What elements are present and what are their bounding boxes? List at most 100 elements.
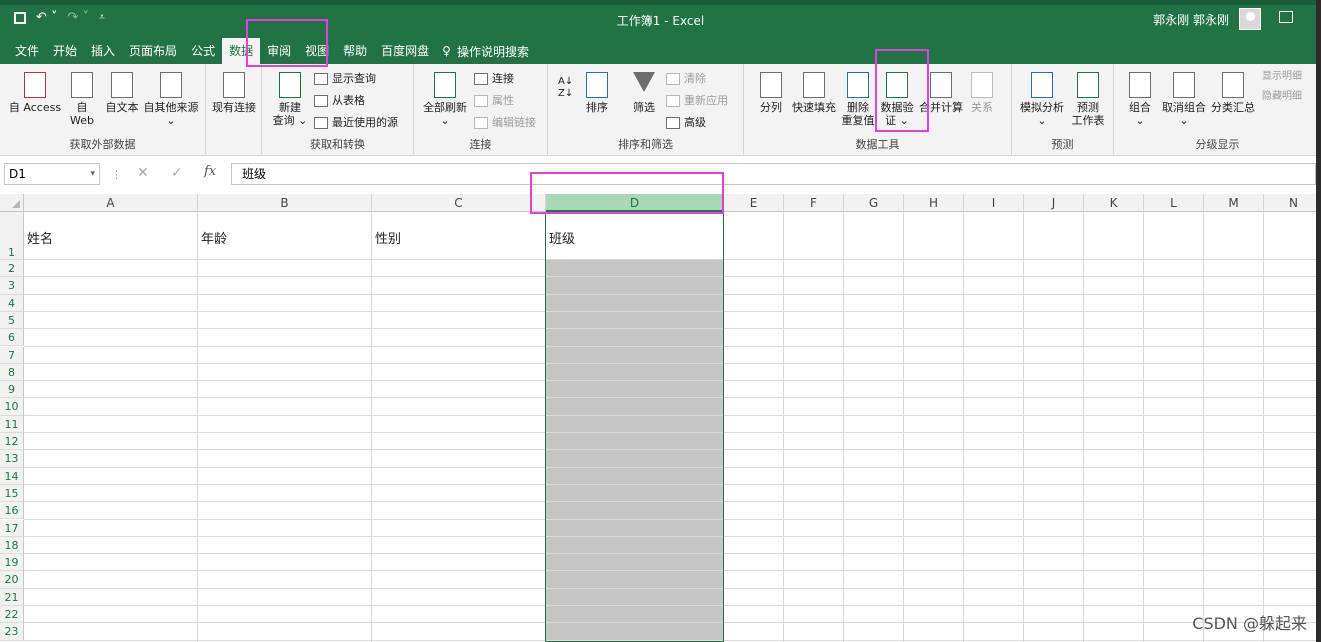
column-header-n[interactable]: N (1264, 194, 1321, 212)
connections-button[interactable]: 连接 (474, 72, 514, 85)
sort-az-icon[interactable]: A↓ Z↓ (558, 76, 573, 100)
relationships-button[interactable]: 关系 (968, 72, 996, 114)
reapply-button[interactable]: 重新应用 (666, 94, 728, 107)
cancel-icon[interactable]: ✕ (137, 165, 149, 181)
user-area[interactable]: 郭永刚 郭永刚 (1153, 8, 1261, 30)
name-box[interactable]: D1 ▾ (4, 163, 100, 185)
tab-review[interactable]: 审阅 (260, 38, 298, 64)
tell-me-search[interactable]: ♀ 操作说明搜索 (442, 43, 529, 60)
edit-links-button[interactable]: 编辑链接 (474, 116, 536, 129)
row-header-12[interactable]: 12 (0, 433, 24, 451)
refresh-all-button[interactable]: 全部刷新 ⌄ (420, 72, 470, 127)
what-if-analysis-button[interactable]: 模拟分析 ⌄ (1018, 72, 1066, 127)
cell-d1[interactable]: 班级 (549, 228, 575, 247)
row-header-18[interactable]: 18 (0, 536, 24, 555)
from-other-sources-button[interactable]: 自其他来源 ⌄ (142, 72, 200, 127)
column-header-c[interactable]: C (372, 194, 546, 212)
column-header-i[interactable]: I (964, 194, 1024, 212)
row-header-11[interactable]: 11 (0, 415, 24, 433)
new-query-button[interactable]: 新建 查询 ⌄ (270, 72, 310, 127)
tab-view[interactable]: 视图 (298, 38, 336, 64)
tab-insert[interactable]: 插入 (84, 38, 122, 64)
selection-border (545, 212, 724, 642)
column-header-d[interactable]: D (546, 194, 724, 212)
column-header-l[interactable]: L (1144, 194, 1204, 212)
column-header-h[interactable]: H (904, 194, 964, 212)
from-text-button[interactable]: 自文本 (102, 72, 142, 114)
tab-help[interactable]: 帮助 (336, 38, 374, 64)
row-header-7[interactable]: 7 (0, 346, 24, 364)
remove-duplicates-button[interactable]: 删除 重复值 (840, 72, 876, 127)
row-header-4[interactable]: 4 (0, 294, 24, 312)
column-header-j[interactable]: J (1024, 194, 1084, 212)
text-to-columns-button[interactable]: 分列 (756, 72, 786, 114)
from-table-button[interactable]: 从表格 (314, 94, 365, 107)
group-label: 预测 (1051, 138, 1074, 151)
column-header-f[interactable]: F (784, 194, 844, 212)
cell-b1[interactable]: 年龄 (201, 228, 227, 247)
worksheet-grid[interactable]: A B C D E F G H I J K L M N 1 2 3 4 5 6 7 8 9 10 11 12 13 14 15 16 17 1… (0, 194, 1321, 642)
row-header-21[interactable]: 21 (0, 588, 24, 606)
cell-a1[interactable]: 姓名 (27, 228, 53, 247)
row-header-15[interactable]: 15 (0, 484, 24, 503)
subtotal-button[interactable]: 分类汇总 (1210, 72, 1256, 114)
column-header-m[interactable]: M (1204, 194, 1264, 212)
consolidate-button[interactable]: 合并计算 (918, 72, 964, 114)
tab-baidu-netdisk[interactable]: 百度网盘 (374, 38, 436, 64)
row-header-22[interactable]: 22 (0, 606, 24, 624)
title-bar: ↶ ˅ ↷ ˅ ⩡ 工作簿1 - Excel 郭永刚 郭永刚 (0, 0, 1321, 38)
recent-sources-button[interactable]: 最近使用的源 (314, 116, 398, 129)
clear-button[interactable]: 清除 (666, 72, 706, 85)
hide-detail-button[interactable]: 隐藏明细 (1262, 90, 1302, 103)
properties-button[interactable]: 属性 (474, 94, 514, 107)
tab-data[interactable]: 数据 (222, 38, 261, 64)
row-header-16[interactable]: 16 (0, 502, 24, 520)
row-header-6[interactable]: 6 (0, 329, 24, 347)
column-header-g[interactable]: G (844, 194, 904, 212)
row-header-1[interactable]: 1 (0, 212, 24, 260)
row-header-10[interactable]: 10 (0, 398, 24, 416)
advanced-button[interactable]: 高级 (666, 116, 706, 129)
row-header-17[interactable]: 17 (0, 519, 24, 537)
show-detail-button[interactable]: 显示明细 (1262, 70, 1302, 83)
from-access-button[interactable]: 自 Access (6, 72, 64, 114)
insert-function-button[interactable]: fx (204, 164, 216, 179)
column-header-a[interactable]: A (24, 194, 198, 212)
drag-handle-icon[interactable]: ⋮ (111, 168, 122, 181)
avatar[interactable] (1239, 8, 1261, 30)
column-header-b[interactable]: B (198, 194, 372, 212)
formula-input[interactable]: 班级 (231, 163, 1316, 185)
tab-file[interactable]: 文件 (8, 38, 46, 64)
column-header-k[interactable]: K (1084, 194, 1144, 212)
row-header-23[interactable]: 23 (0, 623, 24, 641)
tab-home[interactable]: 开始 (46, 38, 84, 64)
ungroup-button[interactable]: 取消组合 ⌄ (1160, 72, 1208, 127)
row-header-19[interactable]: 19 (0, 554, 24, 572)
row-header-5[interactable]: 5 (0, 311, 24, 330)
group-button[interactable]: 组合 ⌄ (1126, 72, 1154, 127)
show-queries-button[interactable]: 显示查询 (314, 72, 376, 85)
tab-formulas[interactable]: 公式 (184, 38, 222, 64)
column-header-e[interactable]: E (724, 194, 784, 212)
enter-icon[interactable]: ✓ (171, 165, 183, 181)
sort-button[interactable]: 排序 (582, 72, 612, 114)
from-web-button[interactable]: 自 Web (68, 72, 96, 127)
cell-c1[interactable]: 性别 (375, 228, 401, 247)
ribbon-display-options-icon[interactable] (1279, 11, 1293, 23)
row-header-2[interactable]: 2 (0, 260, 24, 278)
chevron-down-icon[interactable]: ▾ (90, 164, 95, 184)
row-header-14[interactable]: 14 (0, 467, 24, 485)
row-header-9[interactable]: 9 (0, 381, 24, 399)
flash-fill-button[interactable]: 快速填充 (790, 72, 838, 114)
row-header-13[interactable]: 13 (0, 450, 24, 468)
data-validation-button[interactable]: 数据验 证 ⌄ (878, 72, 916, 127)
row-header-8[interactable]: 8 (0, 363, 24, 382)
forecast-sheet-button[interactable]: 预测 工作表 (1068, 72, 1108, 127)
filter-button[interactable]: 筛选 (628, 72, 660, 114)
row-header-20[interactable]: 20 (0, 571, 24, 589)
row-header-3[interactable]: 3 (0, 277, 24, 295)
remove-duplicates-icon (847, 72, 869, 98)
existing-connections-button[interactable]: 现有连接 (208, 72, 260, 114)
select-all-button[interactable] (0, 194, 24, 212)
tab-page-layout[interactable]: 页面布局 (122, 38, 184, 64)
